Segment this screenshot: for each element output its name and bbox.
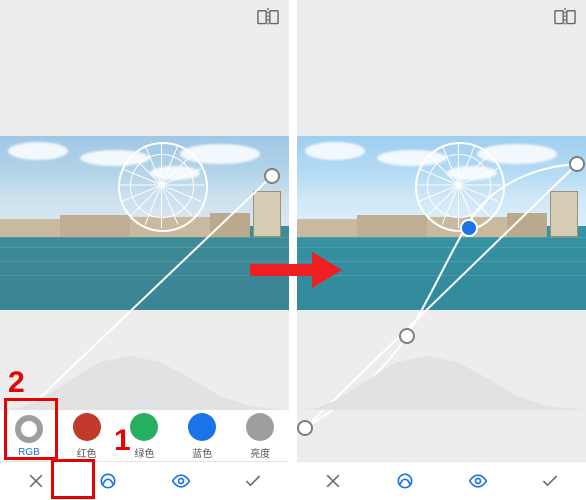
swatch-label: 绿色 bbox=[134, 445, 154, 460]
swatch-label: 亮度 bbox=[250, 445, 270, 460]
compare-button[interactable] bbox=[257, 8, 279, 26]
histogram bbox=[297, 350, 586, 410]
visibility-button[interactable] bbox=[442, 462, 514, 500]
bottom-toolbar bbox=[0, 461, 289, 500]
swatch-label: 红色 bbox=[77, 445, 97, 460]
curves-tool-button[interactable] bbox=[369, 462, 441, 500]
close-button[interactable] bbox=[297, 462, 369, 500]
curves-tool-button[interactable] bbox=[72, 462, 144, 500]
compare-button[interactable] bbox=[554, 8, 576, 26]
swatch-label: 蓝色 bbox=[192, 445, 212, 460]
swatch-red[interactable]: 红色 bbox=[58, 410, 116, 462]
histogram bbox=[0, 350, 289, 410]
swatch-green[interactable]: 绿色 bbox=[116, 410, 174, 462]
comparison-stage: RGB 红色 绿色 蓝色 亮度 bbox=[0, 0, 586, 500]
photo-preview bbox=[297, 136, 586, 310]
bottom-toolbar bbox=[297, 461, 586, 500]
panel-after bbox=[297, 0, 586, 500]
apply-button[interactable] bbox=[514, 462, 586, 500]
apply-button[interactable] bbox=[217, 462, 289, 500]
channel-swatches: RGB 红色 绿色 蓝色 亮度 bbox=[0, 410, 289, 462]
panel-before: RGB 红色 绿色 蓝色 亮度 bbox=[0, 0, 289, 500]
photo-preview bbox=[0, 136, 289, 310]
swatch-blue[interactable]: 蓝色 bbox=[173, 410, 231, 462]
panel-divider bbox=[289, 0, 297, 500]
visibility-button[interactable] bbox=[145, 462, 217, 500]
swatch-rgb[interactable]: RGB bbox=[0, 410, 58, 462]
swatch-label: RGB bbox=[18, 447, 40, 458]
close-button[interactable] bbox=[0, 462, 72, 500]
swatch-luminance[interactable]: 亮度 bbox=[231, 410, 289, 462]
